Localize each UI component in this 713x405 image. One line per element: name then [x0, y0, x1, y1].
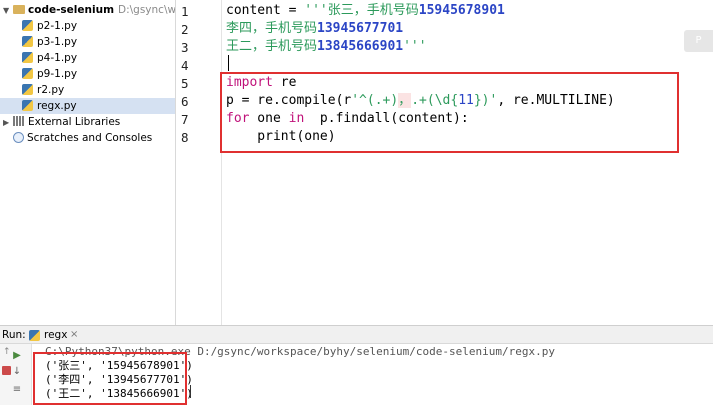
scratches-icon: [13, 132, 24, 143]
arrow-up-icon[interactable]: ↑: [3, 348, 11, 357]
chevron-right-icon[interactable]: ▶: [3, 115, 11, 131]
folder-icon: [13, 5, 25, 14]
project-root-path: D:\gsync\workspa: [118, 4, 176, 16]
code-editor[interactable]: content = '''张三，手机号码15945678901 李四，手机号码1…: [226, 0, 713, 325]
close-icon[interactable]: ×: [70, 329, 78, 340]
run-label: Run:: [2, 329, 26, 341]
project-tree: ▼ code-seleniumD:\gsync\workspa p2-1.py p…: [0, 0, 176, 325]
tree-file-item[interactable]: p3-1.py: [22, 34, 77, 50]
output-highlight-box: [33, 352, 187, 405]
tree-file-item[interactable]: r2.py: [22, 82, 64, 98]
arrow-down-icon[interactable]: ↓: [11, 366, 23, 378]
python-file-icon: [22, 20, 33, 31]
string-number: 13845666901: [317, 39, 404, 54]
string-number: 15945678901: [418, 3, 505, 18]
external-libraries-item[interactable]: ▶ External Libraries: [3, 114, 120, 130]
file-name: p2-1.py: [37, 20, 78, 32]
python-file-icon: [22, 100, 33, 111]
python-file-icon: [22, 36, 33, 47]
tree-file-item[interactable]: p2-1.py: [22, 18, 77, 34]
tree-file-item[interactable]: p9-1.py: [22, 66, 77, 82]
string-literal: 李四，手机号码: [226, 21, 318, 36]
line-number: 5: [181, 76, 189, 91]
code-highlight-box: [220, 72, 679, 153]
string-literal: 王二，手机号码: [226, 39, 318, 54]
run-tool-window-header: Run: regx ×: [0, 325, 713, 344]
python-file-icon: [22, 84, 33, 95]
file-name: r2.py: [37, 84, 65, 96]
code-line-3[interactable]: 王二，手机号码13845666901''': [226, 38, 427, 56]
file-name: p9-1.py: [37, 68, 78, 80]
tree-file-item-selected[interactable]: regx.py: [0, 98, 175, 114]
file-name: p4-1.py: [37, 52, 78, 64]
side-chip: P: [684, 30, 713, 52]
tree-file-item[interactable]: p4-1.py: [22, 50, 77, 66]
code-line-2[interactable]: 李四，手机号码13945677701: [226, 20, 403, 38]
text-cursor-icon: [190, 385, 191, 398]
chevron-down-icon[interactable]: ▼: [3, 3, 11, 19]
line-number: 2: [181, 22, 189, 37]
scratches-item[interactable]: Scratches and Consoles: [13, 130, 152, 146]
project-root-name: code-selenium: [28, 4, 115, 16]
string-literal: '''张三，手机号码: [304, 3, 419, 18]
rerun-icon[interactable]: ▶: [11, 350, 23, 362]
string-literal: ''': [403, 39, 427, 54]
line-number: 3: [181, 40, 189, 55]
stop-icon[interactable]: [2, 366, 11, 375]
line-number: 1: [181, 4, 189, 19]
code-text: content =: [226, 3, 305, 18]
line-number: 4: [181, 58, 189, 73]
file-name: p3-1.py: [37, 36, 78, 48]
file-name: regx.py: [37, 100, 77, 112]
tree-root-item[interactable]: ▼ code-seleniumD:\gsync\workspa: [3, 2, 176, 19]
line-number: 6: [181, 94, 189, 109]
code-line-1[interactable]: content = '''张三，手机号码15945678901: [226, 2, 505, 20]
library-icon: [13, 116, 25, 126]
python-file-icon: [22, 68, 33, 79]
line-number: 8: [181, 130, 189, 145]
scratches-label: Scratches and Consoles: [27, 132, 153, 144]
text-caret: [228, 55, 229, 71]
wrap-icon[interactable]: ≡: [11, 384, 23, 396]
string-number: 13945677701: [317, 21, 404, 36]
python-file-icon: [22, 52, 33, 63]
external-libraries-label: External Libraries: [28, 116, 121, 128]
line-number: 7: [181, 112, 189, 127]
line-number-gutter: 1 2 3 4 5 6 7 8: [176, 0, 222, 325]
run-tab[interactable]: regx: [44, 329, 67, 341]
python-file-icon: [29, 330, 40, 341]
